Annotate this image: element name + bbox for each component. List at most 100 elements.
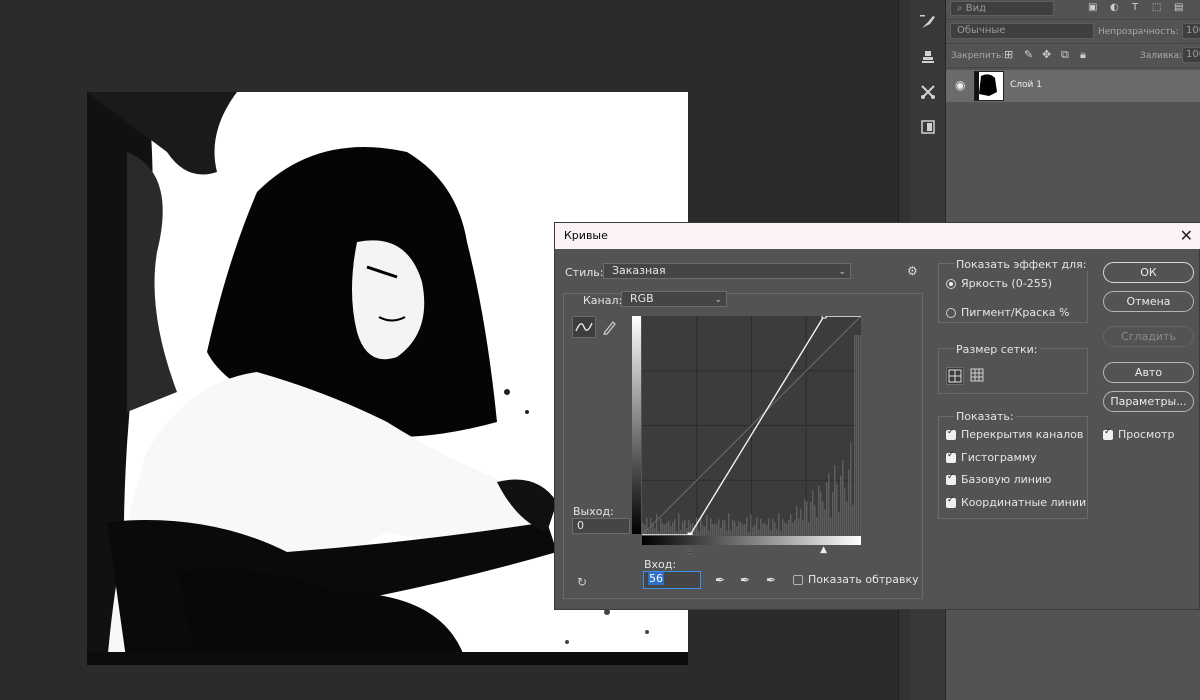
histogram-bar (854, 335, 856, 535)
lock-all-icon[interactable]: 🔒︎ (1080, 48, 1086, 62)
histogram-bar (774, 522, 776, 535)
curve-point-tool-button[interactable] (572, 316, 596, 338)
light-radio[interactable] (946, 279, 956, 289)
light-option-label: Яркость (0-255) (961, 277, 1052, 290)
white-eyedropper-icon[interactable]: ✒ (766, 573, 776, 587)
lock-artboard-icon[interactable]: ⧉ (1061, 48, 1069, 62)
filter-shape-icon[interactable]: ⬚ (1152, 2, 1161, 13)
output-gradient-bar (632, 316, 641, 534)
brush-settings-icon[interactable] (916, 10, 940, 34)
show-clipping-checkbox[interactable] (793, 575, 803, 585)
fill-input[interactable]: 100 (1182, 47, 1200, 63)
cancel-button[interactable]: Отмена (1103, 291, 1194, 312)
show-effect-label: Показать эффект для: (954, 258, 1089, 271)
libraries-icon[interactable] (916, 115, 940, 139)
layers-lock-row: Закрепить: ⊞ ✎ ✥ ⧉ 🔒︎ Заливка: 100 (946, 44, 1200, 68)
simple-grid-button[interactable] (946, 367, 964, 385)
pigment-radio[interactable] (946, 308, 956, 318)
curve-control-point[interactable] (687, 532, 693, 535)
histogram-bar (716, 524, 718, 535)
histogram-bar (808, 522, 810, 535)
fill-value: 100 (1186, 49, 1200, 60)
options-button[interactable]: Параметры... (1103, 391, 1194, 412)
histogram-bar (744, 524, 746, 535)
blend-mode-select[interactable]: Обычные (950, 23, 1094, 39)
channel-overlays-label: Перекрытия каналов (961, 428, 1084, 441)
histogram-bar (726, 530, 728, 535)
style-select[interactable]: Заказная ⌄ (603, 263, 851, 279)
channel-overlays-checkbox[interactable] (946, 427, 956, 440)
histogram-bar (714, 523, 716, 535)
tool-presets-icon[interactable] (916, 80, 940, 104)
output-label: Выход: (573, 505, 614, 518)
gear-icon[interactable]: ⚙ (907, 264, 918, 278)
black-eyedropper-icon[interactable]: ✒ (715, 573, 725, 587)
dialog-titlebar[interactable]: Кривые ✕ (555, 223, 1200, 249)
histogram-bar (734, 521, 736, 535)
histogram-bar (660, 518, 662, 535)
output-field[interactable]: 0 (572, 518, 630, 534)
channel-select[interactable]: RGB ⌄ (621, 291, 727, 307)
detailed-grid-button[interactable] (969, 367, 987, 385)
preview-checkbox[interactable] (1103, 427, 1113, 440)
curve-control-point[interactable] (821, 316, 827, 319)
input-field[interactable]: 56 (643, 571, 701, 589)
gray-eyedropper-icon[interactable]: ✒ (740, 573, 750, 587)
histogram-bar (764, 522, 766, 535)
filter-smart-object-icon[interactable]: ▤ (1174, 2, 1183, 13)
histogram-bar (666, 522, 668, 535)
histogram-bar (668, 520, 670, 535)
lock-transparent-icon[interactable]: ⊞ (1004, 48, 1013, 61)
histogram-bar (746, 517, 748, 535)
intersection-lines-checkbox[interactable] (946, 495, 956, 508)
histogram-bar (720, 527, 722, 535)
histogram-bar (812, 490, 814, 535)
black-point-slider[interactable]: △ (686, 545, 693, 555)
pencil-tool-button[interactable] (601, 318, 621, 336)
filter-adjustment-icon[interactable]: ◐ (1110, 2, 1119, 13)
filter-image-icon[interactable]: ▣ (1088, 2, 1097, 13)
filter-type-icon[interactable]: T (1132, 2, 1138, 13)
histogram-bar (768, 517, 770, 535)
channel-value: RGB (630, 292, 654, 305)
histogram-bar (750, 514, 752, 535)
histogram-bar (674, 519, 676, 535)
histogram-bar (766, 525, 768, 535)
show-label: Показать: (954, 410, 1016, 423)
white-point-slider[interactable]: ▲ (820, 545, 827, 555)
histogram-bar (728, 513, 730, 535)
ok-button[interactable]: ОК (1103, 262, 1194, 283)
layers-filter-select[interactable]: ⌕ Вид (950, 1, 1054, 16)
clone-source-icon[interactable] (916, 44, 940, 68)
layers-blend-row: Обычные Непрозрачность: 100 (946, 20, 1200, 44)
histogram-bar (860, 335, 861, 535)
input-label: Вход: (644, 558, 677, 571)
histogram-bar (832, 492, 834, 535)
lock-label: Закрепить: (951, 51, 1005, 61)
histogram-checkbox[interactable] (946, 450, 956, 463)
histogram-bar (680, 529, 682, 535)
input-gradient-bar (642, 536, 861, 545)
intersection-lines-label: Координатные линии (961, 496, 1087, 509)
histogram-bar (786, 524, 788, 535)
histogram-bar (702, 525, 704, 535)
auto-button[interactable]: Авто (1103, 362, 1194, 383)
histogram-bar (796, 505, 798, 535)
close-icon[interactable]: ✕ (1180, 226, 1193, 245)
opacity-input[interactable]: 100 (1182, 23, 1200, 39)
visibility-eye-icon[interactable]: ◉ (955, 78, 965, 92)
histogram-bar (756, 517, 758, 535)
lock-position-icon[interactable]: ✥ (1042, 48, 1051, 61)
histogram-bar (770, 529, 772, 535)
histogram-label: Гистограмму (961, 451, 1037, 464)
histogram-bar (672, 522, 674, 535)
baseline-checkbox[interactable] (946, 472, 956, 485)
layer-row[interactable]: ◉ Слой 1 (946, 70, 1200, 102)
histogram-bar (824, 509, 826, 535)
histogram-bar (778, 513, 780, 535)
on-image-adjust-icon[interactable]: ↻ (577, 575, 587, 589)
curve-graph[interactable] (642, 316, 861, 535)
histogram-bar (670, 526, 672, 535)
lock-image-icon[interactable]: ✎ (1024, 48, 1033, 61)
layers-filter-text: Вид (965, 3, 987, 14)
